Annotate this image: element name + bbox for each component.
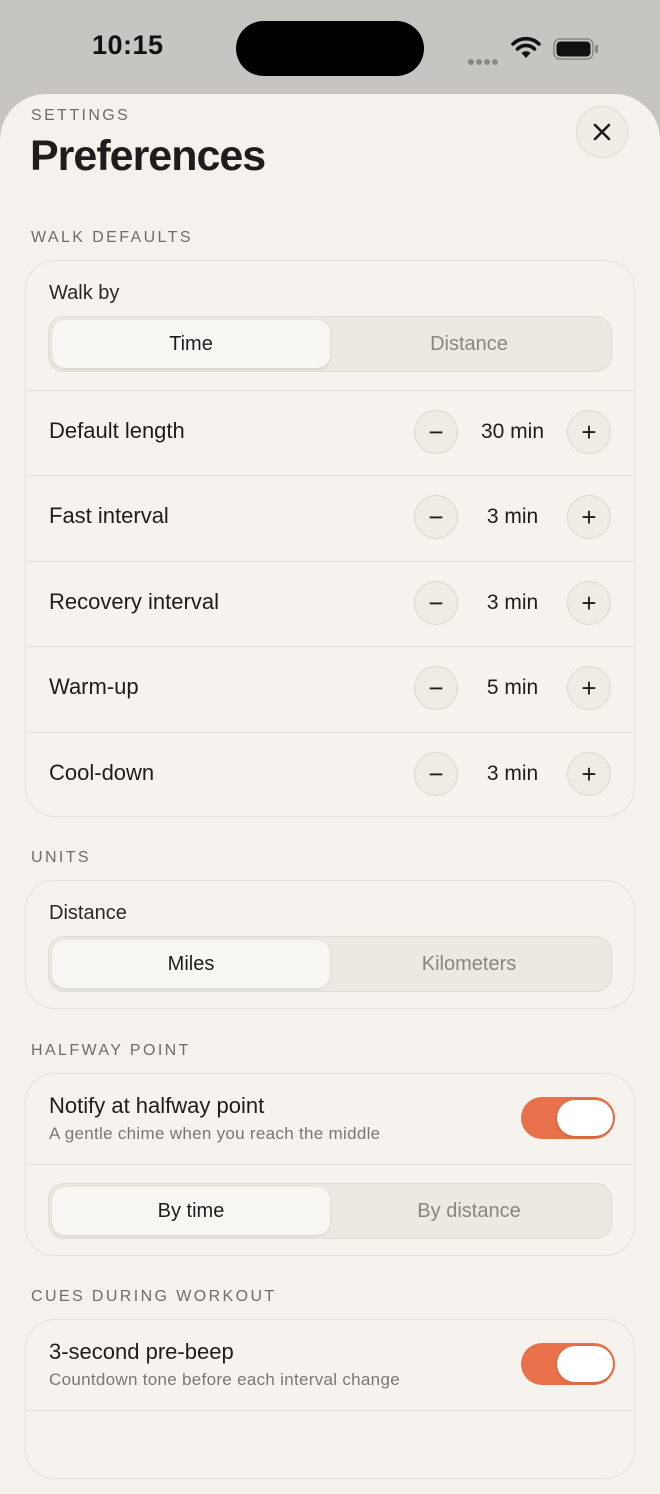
decrement-button[interactable]: − bbox=[414, 752, 458, 796]
pre-beep-toggle-subtitle: Countdown tone before each interval chan… bbox=[49, 1370, 400, 1389]
pre-beep-toggle-title: 3-second pre-beep bbox=[49, 1339, 234, 1364]
halfway-toggle-row: Notify at halfway point A gentle chime w… bbox=[26, 1074, 634, 1164]
status-time: 10:15 bbox=[92, 30, 164, 60]
increment-button[interactable]: + bbox=[567, 581, 611, 625]
decrement-button[interactable]: − bbox=[414, 495, 458, 539]
halfway-toggle-switch[interactable] bbox=[521, 1097, 615, 1139]
units-option-miles[interactable]: Miles bbox=[52, 940, 330, 988]
pre-beep-toggle-switch[interactable] bbox=[521, 1343, 615, 1385]
plus-icon: + bbox=[581, 673, 597, 703]
header-eyebrow: SETTINGS bbox=[31, 107, 131, 124]
row-label: Default length bbox=[49, 418, 185, 443]
units-option-kilometers[interactable]: Kilometers bbox=[330, 940, 608, 988]
wifi-icon bbox=[511, 36, 541, 58]
fast-interval-stepper: − 3 min + bbox=[414, 495, 612, 541]
warm-up-stepper: − 5 min + bbox=[414, 666, 612, 712]
default-length-stepper: − 30 min + bbox=[414, 410, 612, 456]
plus-icon: + bbox=[581, 588, 597, 618]
cool-down-stepper: − 3 min + bbox=[414, 752, 612, 798]
section-label-halfway-point: HALFWAY POINT bbox=[31, 1042, 191, 1059]
close-icon bbox=[593, 123, 611, 141]
minus-icon: − bbox=[428, 673, 444, 703]
recovery-interval-stepper: − 3 min + bbox=[414, 581, 612, 627]
halfway-toggle-subtitle: A gentle chime when you reach the middle bbox=[49, 1124, 381, 1143]
walk-by-segmented-control: Time Distance bbox=[48, 316, 612, 372]
minus-icon: − bbox=[428, 759, 444, 789]
increment-button[interactable]: + bbox=[567, 666, 611, 710]
minus-icon: − bbox=[428, 417, 444, 447]
divider bbox=[26, 1410, 634, 1411]
setting-row-fast-interval: Fast interval − 3 min + bbox=[26, 475, 634, 560]
battery-icon bbox=[553, 38, 598, 60]
section-label-units: UNITS bbox=[31, 849, 91, 866]
increment-button[interactable]: + bbox=[567, 410, 611, 454]
cues-card: 3-second pre-beep Countdown tone before … bbox=[25, 1319, 635, 1479]
toggle-knob bbox=[557, 1100, 613, 1136]
setting-row-default-length: Default length − 30 min + bbox=[26, 390, 634, 475]
walk-by-option-time[interactable]: Time bbox=[52, 320, 330, 368]
decrement-button[interactable]: − bbox=[414, 410, 458, 454]
decrement-button[interactable]: − bbox=[414, 666, 458, 710]
walk-by-label: Walk by bbox=[49, 282, 120, 304]
row-label: Fast interval bbox=[49, 503, 169, 528]
setting-row-warm-up: Warm-up − 5 min + bbox=[26, 646, 634, 731]
halfway-card: Notify at halfway point A gentle chime w… bbox=[25, 1073, 635, 1256]
minus-icon: − bbox=[428, 502, 444, 532]
halfway-option-by-time[interactable]: By time bbox=[52, 1187, 330, 1235]
section-label-cues: CUES DURING WORKOUT bbox=[31, 1288, 277, 1305]
stepper-value: 3 min bbox=[486, 505, 539, 528]
stepper-value: 3 min bbox=[486, 591, 539, 614]
increment-button[interactable]: + bbox=[567, 495, 611, 539]
row-label: Warm-up bbox=[49, 674, 139, 699]
setting-row-cool-down: Cool-down − 3 min + bbox=[26, 732, 634, 816]
dynamic-island bbox=[236, 21, 424, 76]
walk-by-option-distance[interactable]: Distance bbox=[330, 320, 608, 368]
stepper-value: 5 min bbox=[486, 676, 539, 699]
stepper-value: 30 min bbox=[480, 420, 545, 443]
walk-defaults-card: Walk by Time Distance Default length − 3… bbox=[25, 260, 635, 817]
page-title: Preferences bbox=[30, 132, 266, 180]
increment-button[interactable]: + bbox=[567, 752, 611, 796]
plus-icon: + bbox=[581, 759, 597, 789]
stepper-value: 3 min bbox=[486, 762, 539, 785]
units-card: Distance Miles Kilometers bbox=[25, 880, 635, 1009]
decrement-button[interactable]: − bbox=[414, 581, 458, 625]
toggle-knob bbox=[557, 1346, 613, 1382]
distance-label: Distance bbox=[49, 902, 127, 924]
signal-icon bbox=[468, 52, 500, 70]
section-label-walk-defaults: WALK DEFAULTS bbox=[31, 229, 193, 246]
row-label: Cool-down bbox=[49, 760, 155, 785]
close-button[interactable] bbox=[576, 106, 628, 158]
row-label: Recovery interval bbox=[49, 589, 219, 614]
divider bbox=[26, 1164, 634, 1165]
pre-beep-toggle-row: 3-second pre-beep Countdown tone before … bbox=[26, 1320, 634, 1410]
plus-icon: + bbox=[581, 417, 597, 447]
halfway-toggle-title: Notify at halfway point bbox=[49, 1093, 265, 1118]
units-segmented-control: Miles Kilometers bbox=[48, 936, 612, 992]
minus-icon: − bbox=[428, 588, 444, 618]
status-bar: 10:15 bbox=[0, 0, 660, 96]
halfway-segmented-control: By time By distance bbox=[48, 1183, 612, 1239]
halfway-option-by-distance[interactable]: By distance bbox=[330, 1187, 608, 1235]
setting-row-recovery-interval: Recovery interval − 3 min + bbox=[26, 561, 634, 646]
plus-icon: + bbox=[581, 502, 597, 532]
